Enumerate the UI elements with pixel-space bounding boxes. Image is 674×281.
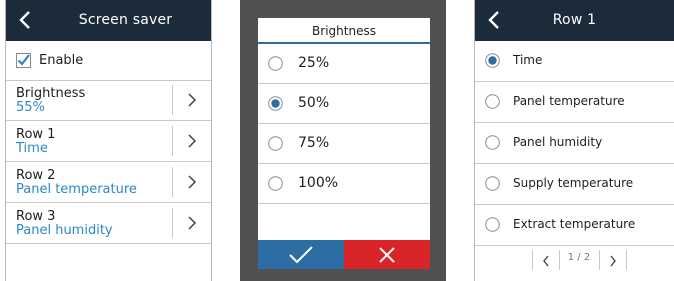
option-label: 50% [298,95,330,111]
close-icon [379,246,395,263]
option-label: Panel temperature [513,94,625,108]
radio-button[interactable] [485,94,500,109]
divider [532,250,533,270]
setting-label: Brightness [16,86,86,101]
radio-button[interactable] [485,176,500,191]
chevron-right-icon[interactable] [186,92,198,108]
radio-button[interactable] [485,135,500,150]
brightness-overlay: Brightness 25% 50% 75% 100% [240,0,446,281]
chevron-right-icon[interactable] [186,215,198,231]
setting-value: 55% [16,100,45,115]
chevron-left-icon[interactable] [541,254,551,268]
brightness-dialog: Brightness 25% 50% 75% 100% [258,18,430,269]
page-title: Screen saver [78,12,173,28]
setting-value: Time [16,141,48,156]
screen-saver-panel: Screen saver Enable Brightness 55% Row 1… [5,0,212,281]
divider [626,250,627,270]
radio-button[interactable] [268,56,283,71]
chevron-right-icon[interactable] [186,174,198,190]
option-label: Panel humidity [513,135,603,149]
setting-label: Row 2 [16,168,56,183]
radio-button[interactable] [268,176,283,191]
pagination: 1 / 2 [475,246,674,276]
dialog-title: Brightness [258,18,430,44]
option-50[interactable]: 50% [258,84,430,124]
option-panel-temperature[interactable]: Panel temperature [475,82,674,123]
divider [599,250,600,270]
divider [172,126,173,156]
option-label: 25% [298,55,330,71]
screen-saver-header: Screen saver [6,0,211,41]
option-label: Supply temperature [513,176,634,190]
checkmark-icon [289,245,313,263]
chevron-right-icon[interactable] [608,254,618,268]
option-label: Time [513,53,543,67]
enable-label: Enable [39,53,84,68]
setting-label: Row 3 [16,209,56,224]
page-indicator: 1 / 2 [567,252,591,263]
setting-label: Row 1 [16,127,56,142]
option-supply-temperature[interactable]: Supply temperature [475,164,674,205]
option-time[interactable]: Time [475,41,674,82]
setting-row-row2[interactable]: Row 2 Panel temperature [6,162,211,203]
confirm-button[interactable] [258,240,344,269]
row1-header: Row 1 [475,0,674,41]
radio-button-selected[interactable] [485,53,500,68]
radio-button[interactable] [485,217,500,232]
chevron-right-icon[interactable] [186,133,198,149]
divider [172,167,173,197]
option-label: 75% [298,135,330,151]
radio-button[interactable] [268,136,283,151]
setting-row-row3[interactable]: Row 3 Panel humidity [6,203,211,244]
option-label: 100% [298,175,339,191]
enable-checkbox[interactable] [16,53,31,68]
setting-value: Panel humidity [16,223,113,238]
cancel-button[interactable] [344,240,430,269]
divider [172,85,173,115]
back-arrow-icon[interactable] [16,9,36,31]
setting-row-row1[interactable]: Row 1 Time [6,121,211,162]
page-title: Row 1 [552,12,597,28]
option-25[interactable]: 25% [258,44,430,84]
enable-row[interactable]: Enable [6,41,211,81]
radio-button-selected[interactable] [268,96,283,111]
divider [172,208,173,238]
setting-row-brightness[interactable]: Brightness 55% [6,80,211,121]
option-label: Extract temperature [513,217,636,231]
option-panel-humidity[interactable]: Panel humidity [475,123,674,164]
option-extract-temperature[interactable]: Extract temperature [475,205,674,246]
row1-panel: Row 1 Time Panel temperature Panel humid… [474,0,674,281]
setting-value: Panel temperature [16,182,137,197]
option-75[interactable]: 75% [258,124,430,164]
option-100[interactable]: 100% [258,164,430,204]
